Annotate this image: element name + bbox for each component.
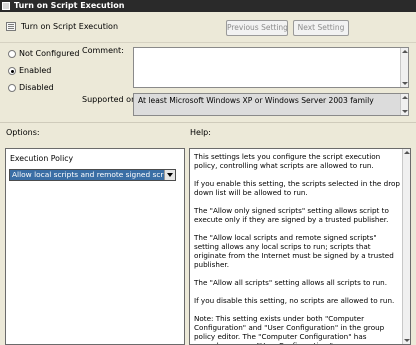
radio-label: Not Configured <box>19 49 80 58</box>
supported-on-value: At least Microsoft Windows XP or Windows… <box>138 96 374 105</box>
help-heading: Help: <box>190 128 211 137</box>
app-icon <box>2 2 10 10</box>
help-panel: This settings lets you configure the scr… <box>189 148 411 345</box>
radio-label: Disabled <box>19 83 54 92</box>
help-paragraph: This settings lets you configure the scr… <box>194 152 381 170</box>
policy-title: Turn on Script Execution <box>21 22 119 31</box>
chevron-down-icon[interactable] <box>164 170 175 180</box>
execution-policy-label: Execution Policy <box>10 154 74 163</box>
radio-button-icon[interactable] <box>8 50 16 58</box>
window-title: Turn on Script Execution <box>14 1 125 10</box>
help-text: This settings lets you configure the scr… <box>194 152 400 344</box>
help-paragraph: If you disable this setting, no scripts … <box>194 296 395 305</box>
scroll-up-icon[interactable] <box>404 151 410 154</box>
radio-button-icon[interactable] <box>8 84 16 92</box>
scroll-up-icon[interactable] <box>402 96 408 99</box>
supported-on-label: Supported on: <box>82 95 139 104</box>
radio-button-checked-icon[interactable] <box>8 67 16 75</box>
supported-on-box: At least Microsoft Windows XP or Windows… <box>133 93 409 116</box>
comment-textarea[interactable] <box>133 47 409 88</box>
comment-label: Comment: <box>82 46 124 55</box>
help-paragraph: If you enable this setting, the scripts … <box>194 179 400 197</box>
comment-scrollbar[interactable] <box>400 48 408 87</box>
next-setting-button[interactable]: Next Setting <box>293 20 349 36</box>
options-panel: Execution Policy Allow local scripts and… <box>5 148 185 345</box>
execution-policy-selected[interactable]: Allow local scripts and remote signed sc… <box>10 170 165 180</box>
radio-label: Enabled <box>19 66 52 75</box>
help-paragraph: The "Allow only signed scripts" setting … <box>194 206 389 224</box>
section-divider <box>0 122 416 123</box>
radio-enabled[interactable]: Enabled <box>8 66 78 77</box>
scroll-down-icon[interactable] <box>402 110 408 113</box>
help-paragraph: Note: This setting exists under both "Co… <box>194 314 385 344</box>
scroll-down-icon[interactable] <box>404 339 410 342</box>
help-paragraph: The "Allow local scripts and remote sign… <box>194 233 394 269</box>
scroll-down-icon[interactable] <box>402 82 408 85</box>
title-bar: Turn on Script Execution <box>0 0 416 12</box>
execution-policy-dropdown[interactable]: Allow local scripts and remote signed sc… <box>9 169 176 181</box>
radio-disabled[interactable]: Disabled <box>8 83 78 94</box>
policy-header: Turn on Script Execution Previous Settin… <box>0 12 416 43</box>
radio-not-configured[interactable]: Not Configured <box>8 49 80 60</box>
help-paragraph: The "Allow all scripts" setting allows a… <box>194 278 387 287</box>
supported-scrollbar[interactable] <box>400 94 408 115</box>
previous-setting-button[interactable]: Previous Setting <box>226 20 288 36</box>
options-heading: Options: <box>6 128 40 137</box>
help-scrollbar[interactable] <box>402 149 410 344</box>
scroll-up-icon[interactable] <box>402 50 408 53</box>
policy-document-icon <box>6 22 16 31</box>
